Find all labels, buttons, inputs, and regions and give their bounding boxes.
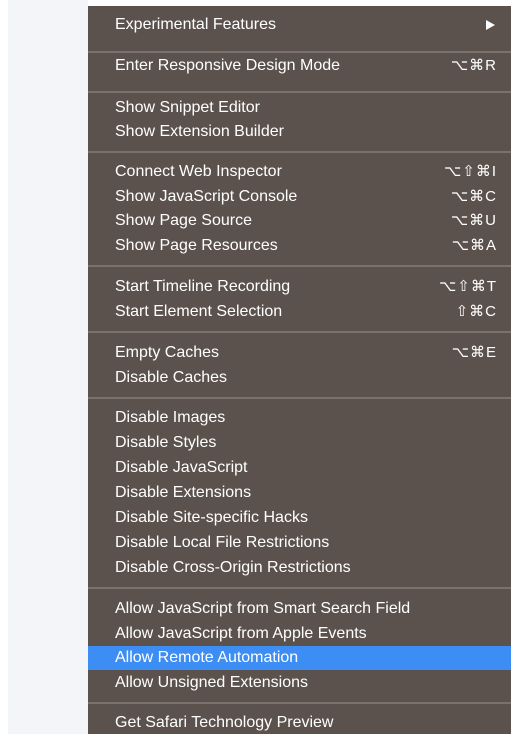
menu-item-experimental-features[interactable]: Experimental Features <box>88 13 511 37</box>
menu-item-allow-js-smart-search[interactable]: Allow JavaScript from Smart Search Field <box>88 597 511 621</box>
menu-item-label: Start Timeline Recording <box>115 278 291 295</box>
menu-item-shortcut: ⌥⌘R <box>450 57 497 74</box>
menu-item-allow-remote-automation[interactable]: Allow Remote Automation <box>88 646 511 670</box>
menu-separator <box>88 51 511 53</box>
menu-separator <box>88 702 511 704</box>
menu-item-label: Disable Styles <box>115 434 217 451</box>
submenu-arrow-icon <box>486 20 495 30</box>
menu-item-label: Connect Web Inspector <box>115 163 282 180</box>
menu-item-label: Disable Cross-Origin Restrictions <box>115 559 351 576</box>
menu-item-shortcut: ⌥⌘E <box>451 344 497 361</box>
menu-item-label: Disable Caches <box>115 369 228 386</box>
menu-item-label: Start Element Selection <box>115 303 283 320</box>
menu-item-allow-js-apple-events[interactable]: Allow JavaScript from Apple Events <box>88 622 511 646</box>
menu-item-label: Allow JavaScript from Apple Events <box>115 625 367 642</box>
menu-item-disable-local-file-restrictions[interactable]: Disable Local File Restrictions <box>88 531 511 555</box>
menu-item-disable-cross-origin-restrictions[interactable]: Disable Cross-Origin Restrictions <box>88 556 511 580</box>
menu-item-disable-caches[interactable]: Disable Caches <box>88 366 511 390</box>
menu-item-disable-images[interactable]: Disable Images <box>88 406 511 430</box>
menu-item-label: Disable Images <box>115 409 226 426</box>
menu-item-disable-javascript[interactable]: Disable JavaScript <box>88 456 511 480</box>
menu-item-label: Disable Extensions <box>115 484 252 501</box>
menu-separator <box>88 91 511 93</box>
menu-item-start-timeline-recording[interactable]: Start Timeline Recording ⌥⇧⌘T <box>88 275 511 299</box>
menu-item-disable-extensions[interactable]: Disable Extensions <box>88 481 511 505</box>
menu-item-label: Show Extension Builder <box>115 123 284 140</box>
menu-item-allow-unsigned-extensions[interactable]: Allow Unsigned Extensions <box>88 671 511 695</box>
menu-item-label: Show Snippet Editor <box>115 99 260 116</box>
menu-item-label: Get Safari Technology Preview <box>115 714 334 731</box>
menu-item-shortcut: ⌥⌘U <box>450 212 497 229</box>
menu-item-disable-styles[interactable]: Disable Styles <box>88 431 511 455</box>
menu-item-label: Experimental Features <box>115 16 276 33</box>
menu-item-show-page-source[interactable]: Show Page Source ⌥⌘U <box>88 209 511 233</box>
menu-item-disable-site-specific-hacks[interactable]: Disable Site-specific Hacks <box>88 506 511 530</box>
menu-item-show-extension-builder[interactable]: Show Extension Builder <box>88 120 511 144</box>
menu-item-responsive-design-mode[interactable]: Enter Responsive Design Mode ⌥⌘R <box>88 54 511 78</box>
menu-item-shortcut: ⇧⌘C <box>455 303 497 320</box>
menu-item-connect-web-inspector[interactable]: Connect Web Inspector ⌥⇧⌘I <box>88 160 511 184</box>
menu-item-label: Allow Remote Automation <box>115 649 299 666</box>
menu-item-show-page-resources[interactable]: Show Page Resources ⌥⌘A <box>88 234 511 258</box>
menu-separator <box>88 151 511 153</box>
window-background <box>8 0 88 734</box>
screenshot: Experimental Features Enter Responsive D… <box>0 0 511 734</box>
menu-item-empty-caches[interactable]: Empty Caches ⌥⌘E <box>88 341 511 365</box>
menu-separator <box>88 397 511 399</box>
menu-item-show-snippet-editor[interactable]: Show Snippet Editor <box>88 96 511 120</box>
menu-item-start-element-selection[interactable]: Start Element Selection ⇧⌘C <box>88 300 511 324</box>
menu-item-label: Disable Local File Restrictions <box>115 534 330 551</box>
menu-separator <box>88 265 511 267</box>
menu-item-label: Allow JavaScript from Smart Search Field <box>115 600 411 617</box>
menu-item-label: Disable JavaScript <box>115 459 248 476</box>
menu-item-shortcut: ⌥⇧⌘T <box>438 278 497 295</box>
menu-item-label: Enter Responsive Design Mode <box>115 57 341 74</box>
menu-item-label: Allow Unsigned Extensions <box>115 674 308 691</box>
menu-item-label: Show Page Source <box>115 212 252 229</box>
menu-separator <box>88 587 511 589</box>
menu-item-label: Show JavaScript Console <box>115 188 298 205</box>
develop-menu: Experimental Features Enter Responsive D… <box>88 6 511 734</box>
menu-item-label: Show Page Resources <box>115 237 278 254</box>
menu-item-shortcut: ⌥⇧⌘I <box>443 163 497 180</box>
menu-item-get-safari-technology-preview[interactable]: Get Safari Technology Preview <box>88 711 511 734</box>
menu-item-label: Empty Caches <box>115 344 220 361</box>
menu-item-label: Disable Site-specific Hacks <box>115 509 308 526</box>
menu-item-show-javascript-console[interactable]: Show JavaScript Console ⌥⌘C <box>88 185 511 209</box>
menu-separator <box>88 331 511 333</box>
menu-item-shortcut: ⌥⌘A <box>451 237 497 254</box>
menu-item-shortcut: ⌥⌘C <box>450 188 497 205</box>
